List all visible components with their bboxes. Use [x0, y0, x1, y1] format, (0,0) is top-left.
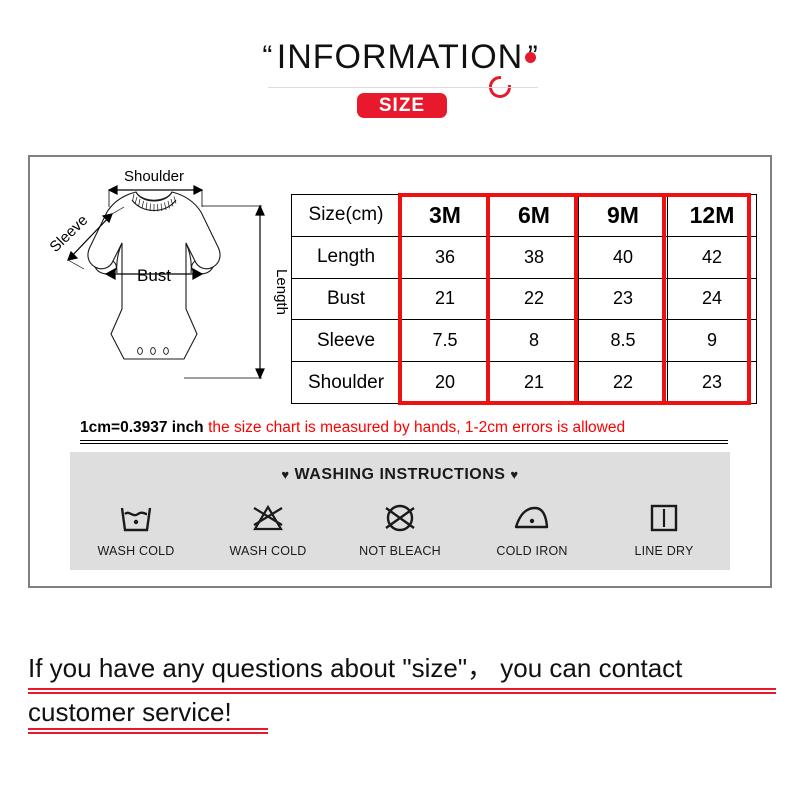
cell-bust-6m: 22	[489, 277, 579, 321]
wash-label-2: NOT BLEACH	[359, 544, 441, 558]
heart-left-icon: ♥	[281, 467, 290, 482]
cell-sleeve-12m: 9	[667, 319, 757, 363]
note-rule-bottom	[80, 443, 728, 444]
wash-item-not-bleach: NOT BLEACH	[344, 496, 456, 558]
page-title: “ INFORMATION ”	[0, 38, 800, 77]
diagram-label-bust: Bust	[137, 266, 171, 285]
cell-length-6m: 38	[489, 235, 579, 279]
table-col-header-2: 9M	[578, 194, 668, 237]
table-row: Sleeve 7.5 8 8.5 9	[291, 319, 757, 363]
contact-underline-2a	[28, 728, 268, 730]
cell-shoulder-3m: 20	[400, 361, 490, 404]
wash-item-cold-iron: COLD IRON	[476, 496, 588, 558]
row-label-bust: Bust	[291, 277, 401, 321]
row-label-length: Length	[291, 235, 401, 279]
table-col-header-0: 3M	[400, 194, 490, 237]
cell-shoulder-6m: 21	[489, 361, 579, 404]
row-label-shoulder: Shoulder	[291, 361, 401, 404]
wash-label-4: LINE DRY	[634, 544, 694, 558]
washing-instructions-panel: ♥ WASHING INSTRUCTIONS ♥ WASH COLD WASH …	[70, 452, 730, 570]
contact-underline-1a	[28, 688, 776, 690]
contact-message-line-1: If you have any questions about "size"， …	[28, 653, 683, 683]
contact-underline-1b	[28, 692, 776, 694]
cell-length-9m: 40	[578, 235, 668, 279]
table-col-header-1: 6M	[489, 194, 579, 237]
diagram-label-length: Length	[273, 269, 290, 315]
page-title-text: INFORMATION	[276, 38, 524, 76]
cell-sleeve-6m: 8	[489, 319, 579, 363]
cell-shoulder-12m: 23	[667, 361, 757, 404]
cell-shoulder-9m: 22	[578, 361, 668, 404]
cell-bust-12m: 24	[667, 277, 757, 321]
cell-bust-3m: 21	[400, 277, 490, 321]
table-header-row: Size(cm) 3M 6M 9M 12M	[291, 194, 757, 237]
red-dot-decoration	[525, 52, 536, 63]
table-row: Bust 21 22 23 24	[291, 277, 757, 321]
measurement-disclaimer: the size chart is measured by hands, 1-2…	[208, 419, 626, 436]
wash-item-no-bleach-triangle: WASH COLD	[212, 496, 324, 558]
line-dry-square-icon	[608, 496, 720, 540]
wash-item-line-dry: LINE DRY	[608, 496, 720, 558]
heart-right-icon: ♥	[510, 467, 519, 482]
open-quote-glyph: “	[262, 40, 273, 73]
no-dryclean-circle-icon	[344, 496, 456, 540]
diagram-label-shoulder: Shoulder	[124, 168, 184, 185]
contact-message: If you have any questions about "size"， …	[28, 646, 788, 734]
diagram-label-sleeve: Sleeve	[46, 212, 91, 256]
no-bleach-triangle-icon	[212, 496, 324, 540]
row-label-sleeve: Sleeve	[291, 319, 401, 363]
measurement-note: 1cm=0.3937 inch the size chart is measur…	[80, 419, 725, 437]
cell-bust-9m: 23	[578, 277, 668, 321]
cell-sleeve-9m: 8.5	[578, 319, 668, 363]
wash-item-wash-cold: WASH COLD	[80, 496, 192, 558]
garment-diagram: Shoulder Bust Sleeve Length	[46, 168, 290, 380]
table-row: Length 36 38 40 42	[291, 235, 757, 279]
size-badge: SIZE	[357, 93, 447, 118]
page-header: “ INFORMATION ” SIZE	[0, 0, 800, 140]
wash-tub-one-dot-icon	[80, 496, 192, 540]
washing-icon-row: WASH COLD WASH COLD NOT BLEACH COLD IRON…	[70, 496, 730, 558]
size-chart-table: Size(cm) 3M 6M 9M 12M Length 36 38 40 42…	[291, 194, 757, 404]
washing-title-text: WASHING INSTRUCTIONS	[294, 466, 506, 483]
cell-length-3m: 36	[400, 235, 490, 279]
cell-sleeve-3m: 7.5	[400, 319, 490, 363]
note-rule-top	[80, 440, 728, 441]
table-row: Shoulder 20 21 22 23	[291, 361, 757, 404]
table-col-header-3: 12M	[667, 194, 757, 237]
wash-label-0: WASH COLD	[97, 544, 175, 558]
table-corner-header: Size(cm)	[291, 194, 401, 237]
washing-instructions-title: ♥ WASHING INSTRUCTIONS ♥	[70, 466, 730, 484]
iron-one-dot-icon	[476, 496, 588, 540]
wash-label-3: COLD IRON	[496, 544, 568, 558]
cell-length-12m: 42	[667, 235, 757, 279]
header-divider	[268, 87, 538, 88]
wash-label-1: WASH COLD	[229, 544, 307, 558]
cm-to-inch-note: 1cm=0.3937 inch	[80, 419, 204, 436]
contact-underline-2b	[28, 732, 268, 734]
